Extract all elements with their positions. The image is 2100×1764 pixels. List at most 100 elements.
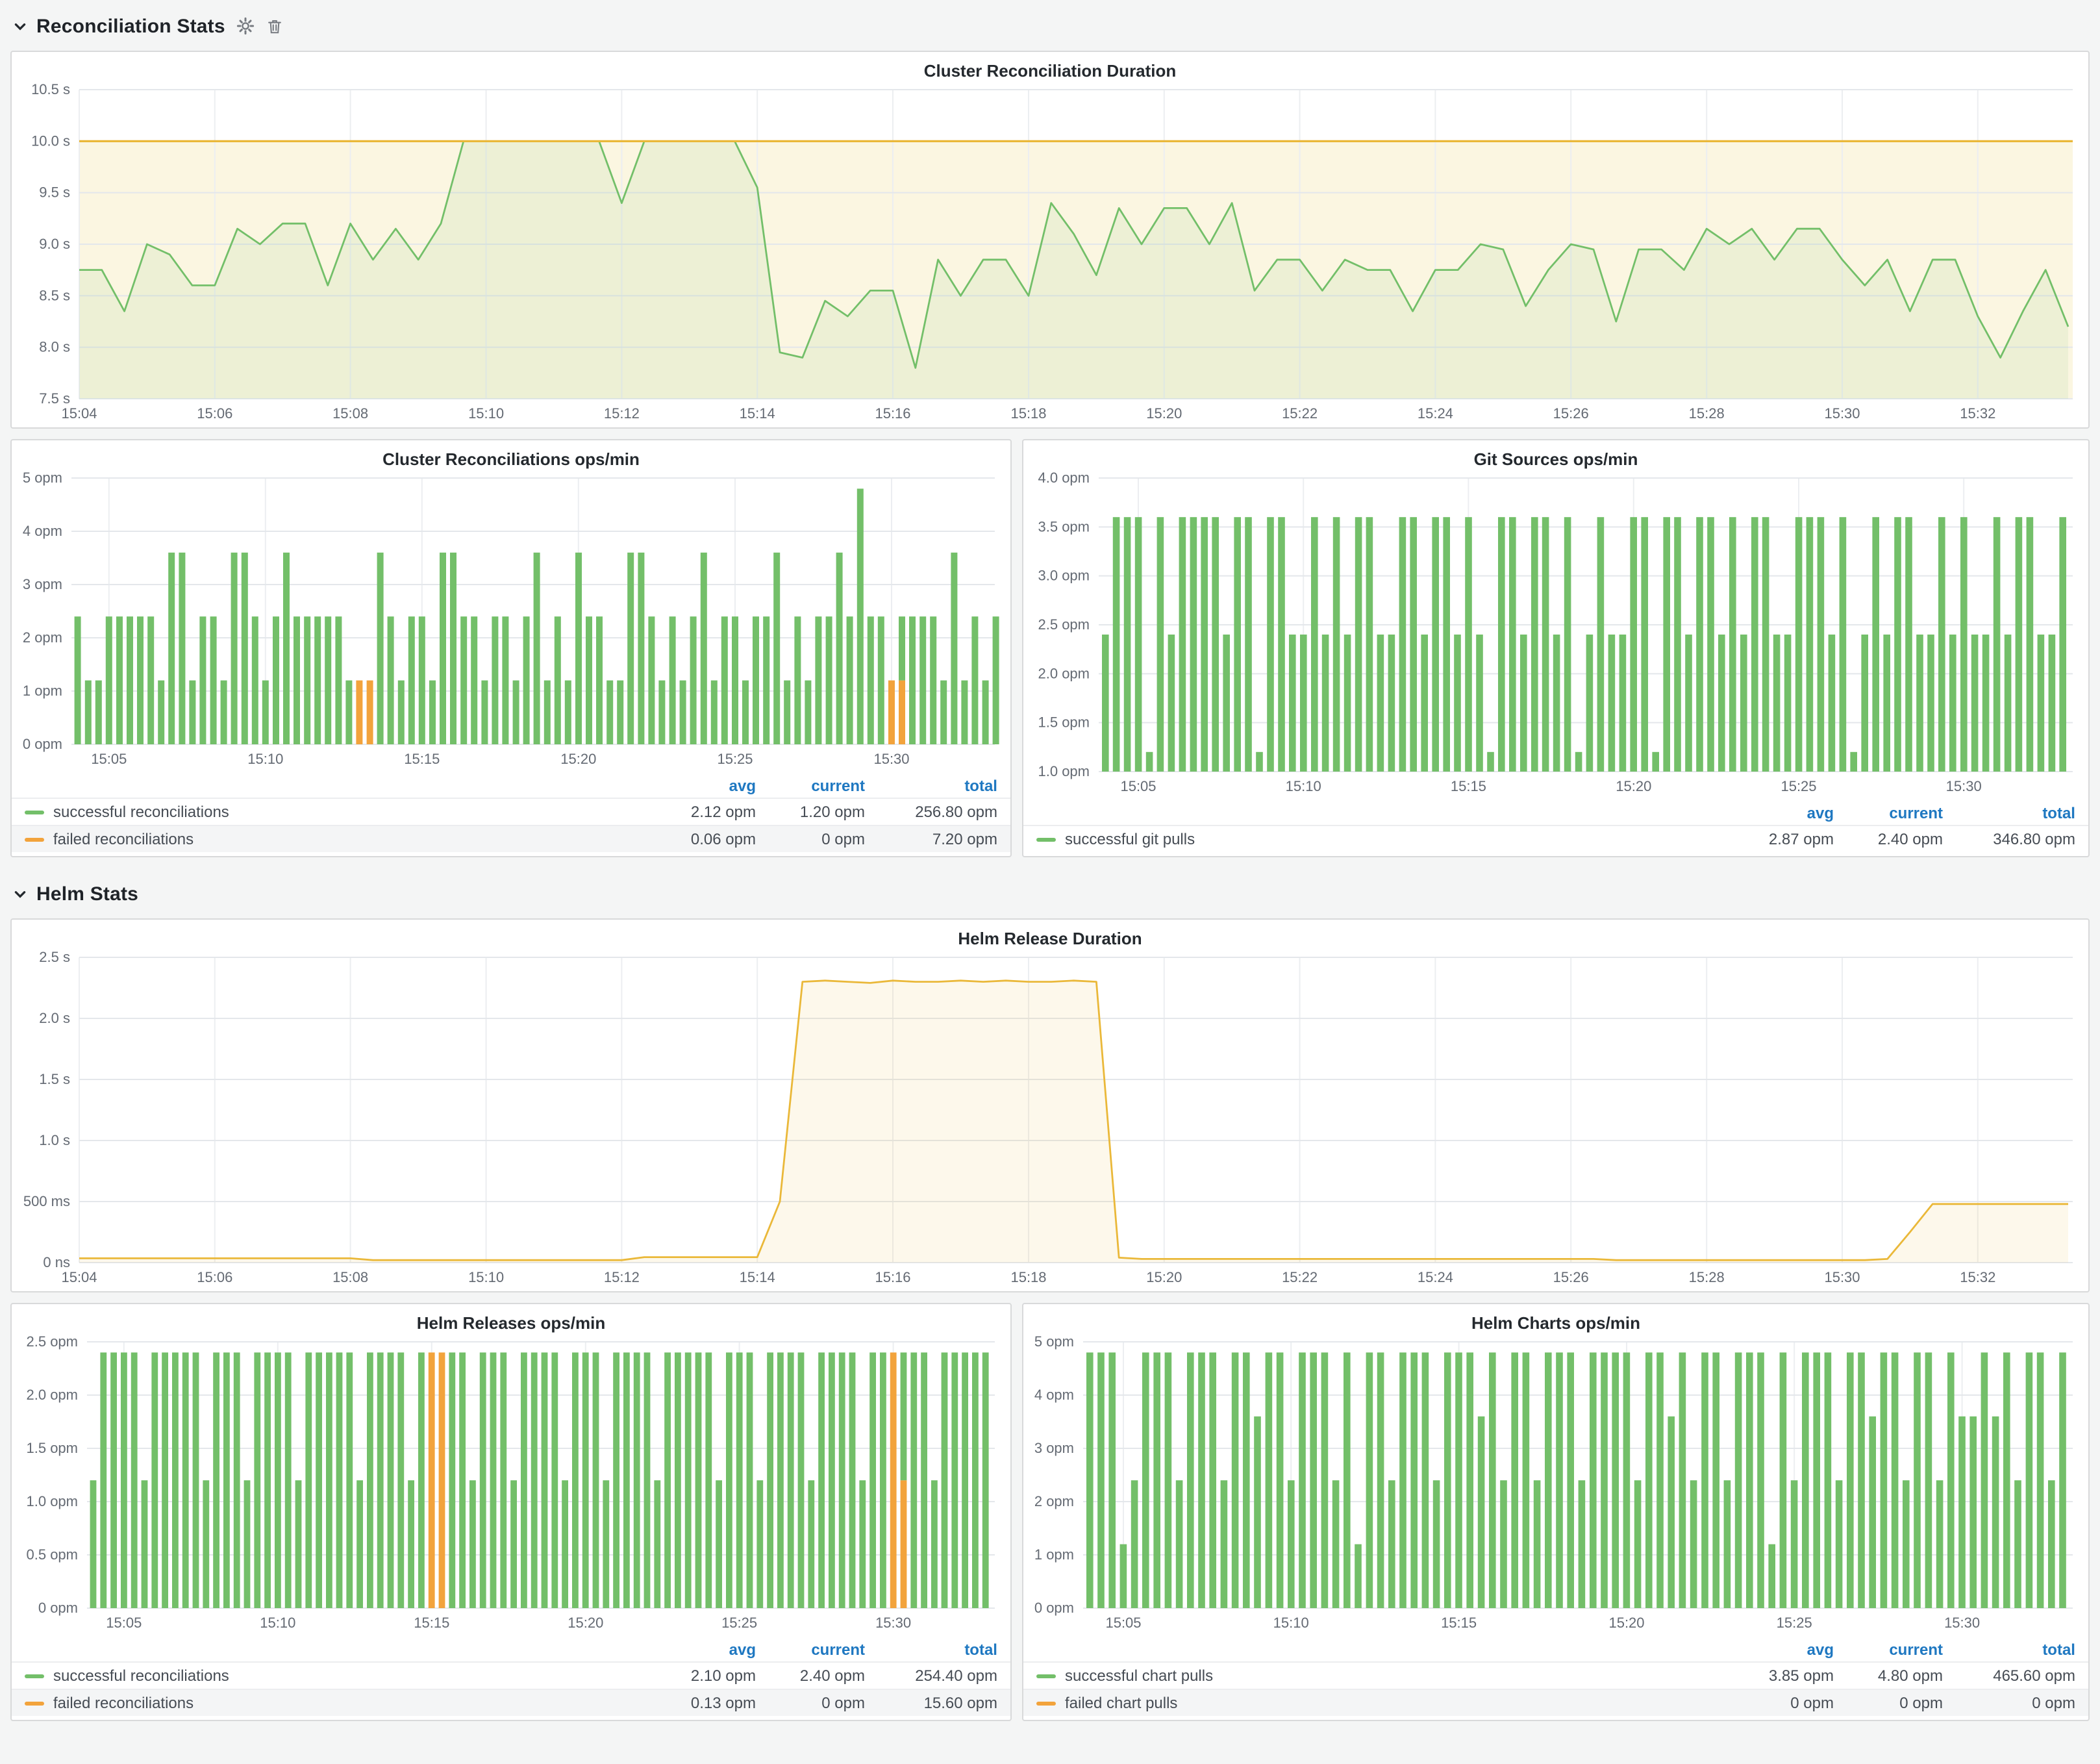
series-name[interactable]: failed reconciliations — [53, 1694, 647, 1712]
svg-text:15:20: 15:20 — [1146, 1269, 1182, 1285]
svg-text:15:32: 15:32 — [1960, 1269, 1995, 1285]
legend-row: successful git pulls2.87 opm2.40 opm346.… — [1023, 825, 2088, 852]
legend-value: 465.60 opm — [1943, 1667, 2075, 1685]
cluster-reconciliations-ops-chart[interactable]: 0 opm1 opm2 opm3 opm4 opm5 opm15:0515:10… — [12, 470, 1010, 773]
legend-col-total[interactable]: total — [1943, 1641, 2075, 1659]
series-color-swatch — [25, 810, 44, 814]
legend-value: 0.13 opm — [647, 1694, 756, 1712]
svg-text:15:26: 15:26 — [1553, 405, 1589, 422]
chevron-down-icon[interactable] — [13, 19, 27, 33]
svg-text:0 opm: 0 opm — [23, 736, 62, 752]
svg-text:15:05: 15:05 — [1120, 778, 1156, 794]
svg-text:15:12: 15:12 — [604, 1269, 640, 1285]
panel-title[interactable]: Git Sources ops/min — [1023, 440, 2088, 470]
svg-text:15:05: 15:05 — [1105, 1615, 1141, 1631]
svg-text:2.0 opm: 2.0 opm — [1038, 665, 1090, 681]
legend-header: avgcurrenttotal — [12, 1637, 1010, 1661]
svg-text:8.5 s: 8.5 s — [39, 287, 70, 303]
svg-text:5 opm: 5 opm — [1034, 1334, 1074, 1350]
svg-text:15:18: 15:18 — [1010, 1269, 1046, 1285]
panel-title[interactable]: Helm Releases ops/min — [12, 1304, 1010, 1334]
helm-releases-ops-chart[interactable]: 0 opm0.5 opm1.0 opm1.5 opm2.0 opm2.5 opm… — [12, 1334, 1010, 1637]
svg-text:15:25: 15:25 — [1777, 1615, 1812, 1631]
legend-value: 0 opm — [756, 1694, 865, 1712]
svg-text:9.0 s: 9.0 s — [39, 236, 70, 252]
svg-text:1.0 opm: 1.0 opm — [1038, 763, 1090, 779]
legend-col-total[interactable]: total — [865, 1641, 997, 1659]
legend-col-current[interactable]: current — [756, 1641, 865, 1659]
series-color-swatch — [1036, 1674, 1056, 1678]
legend-value: 15.60 opm — [865, 1694, 997, 1712]
svg-text:15:10: 15:10 — [1273, 1615, 1309, 1631]
svg-text:15:30: 15:30 — [1824, 405, 1860, 422]
section-title[interactable]: Helm Stats — [36, 883, 138, 905]
legend-col-current[interactable]: current — [1834, 1641, 1943, 1659]
svg-text:10.0 s: 10.0 s — [31, 132, 70, 149]
svg-text:8.0 s: 8.0 s — [39, 339, 70, 355]
svg-text:15:16: 15:16 — [875, 1269, 910, 1285]
svg-text:15:30: 15:30 — [1946, 778, 1982, 794]
svg-text:15:15: 15:15 — [1451, 778, 1486, 794]
legend-row: failed reconciliations0.13 opm0 opm15.60… — [12, 1689, 1010, 1716]
legend-value: 346.80 opm — [1943, 830, 2075, 848]
series-name[interactable]: successful reconciliations — [53, 803, 647, 821]
panel-title[interactable]: Cluster Reconciliation Duration — [12, 52, 2088, 82]
chevron-down-icon[interactable] — [13, 887, 27, 901]
panel-title[interactable]: Helm Charts ops/min — [1023, 1304, 2088, 1334]
series-color-swatch — [25, 1674, 44, 1678]
svg-text:15:32: 15:32 — [1960, 405, 1995, 422]
svg-text:15:16: 15:16 — [875, 405, 910, 422]
panel-title[interactable]: Cluster Reconciliations ops/min — [12, 440, 1010, 470]
svg-text:0 opm: 0 opm — [1034, 1600, 1074, 1616]
svg-text:15:26: 15:26 — [1553, 1269, 1589, 1285]
legend-value: 0.06 opm — [647, 830, 756, 848]
section-title[interactable]: Reconciliation Stats — [36, 15, 225, 37]
legend-col-total[interactable]: total — [865, 777, 997, 795]
svg-text:15:30: 15:30 — [1824, 1269, 1860, 1285]
svg-text:15:08: 15:08 — [332, 405, 368, 422]
legend-col-avg[interactable]: avg — [647, 777, 756, 795]
cluster-reconciliation-duration-chart[interactable]: 7.5 s8.0 s8.5 s9.0 s9.5 s10.0 s10.5 s15:… — [12, 82, 2088, 427]
series-name[interactable]: successful reconciliations — [53, 1667, 647, 1685]
legend-col-avg[interactable]: avg — [1725, 1641, 1834, 1659]
svg-text:15:10: 15:10 — [247, 751, 283, 767]
legend-value: 2.40 opm — [756, 1667, 865, 1685]
svg-text:15:25: 15:25 — [721, 1615, 757, 1631]
svg-text:15:28: 15:28 — [1689, 1269, 1725, 1285]
series-name[interactable]: failed chart pulls — [1065, 1694, 1725, 1712]
legend-col-avg[interactable]: avg — [1725, 804, 1834, 822]
legend-col-current[interactable]: current — [756, 777, 865, 795]
series-name[interactable]: failed reconciliations — [53, 830, 647, 848]
svg-text:2.5 opm: 2.5 opm — [27, 1334, 79, 1350]
panel-cluster-reconciliation-duration: Cluster Reconciliation Duration 7.5 s8.0… — [10, 51, 2090, 429]
svg-text:3 opm: 3 opm — [1034, 1440, 1074, 1456]
series-name[interactable]: successful chart pulls — [1065, 1667, 1725, 1685]
gear-icon[interactable] — [237, 17, 255, 35]
git-sources-ops-chart[interactable]: 1.0 opm1.5 opm2.0 opm2.5 opm3.0 opm3.5 o… — [1023, 470, 2088, 800]
svg-text:2.0 s: 2.0 s — [39, 1010, 70, 1026]
svg-text:1.5 s: 1.5 s — [39, 1071, 70, 1087]
panel-title[interactable]: Helm Release Duration — [12, 920, 2088, 950]
grafana-dashboard: Reconciliation Stats Cluster Reconciliat… — [0, 0, 2100, 1764]
legend-col-avg[interactable]: avg — [647, 1641, 756, 1659]
series-name[interactable]: successful git pulls — [1065, 830, 1725, 848]
svg-text:4.0 opm: 4.0 opm — [1038, 470, 1090, 486]
legend-row: successful chart pulls3.85 opm4.80 opm46… — [1023, 1661, 2088, 1689]
helm-charts-ops-chart[interactable]: 0 opm1 opm2 opm3 opm4 opm5 opm15:0515:10… — [1023, 1334, 2088, 1637]
legend-value: 3.85 opm — [1725, 1667, 1834, 1685]
svg-text:15:20: 15:20 — [1146, 405, 1182, 422]
legend-col-current[interactable]: current — [1834, 804, 1943, 822]
svg-text:1 opm: 1 opm — [23, 683, 62, 699]
helm-release-duration-chart[interactable]: 0 ns500 ms1.0 s1.5 s2.0 s2.5 s15:0415:06… — [12, 950, 2088, 1291]
series-color-swatch — [25, 837, 44, 841]
panel-git-sources-ops: Git Sources ops/min 1.0 opm1.5 opm2.0 op… — [1022, 439, 2090, 857]
svg-text:15:08: 15:08 — [332, 1269, 368, 1285]
svg-text:2.0 opm: 2.0 opm — [27, 1387, 79, 1403]
panel-row-helm: Helm Releases ops/min 0 opm0.5 opm1.0 op… — [10, 1303, 2090, 1721]
svg-text:15:30: 15:30 — [1944, 1615, 1980, 1631]
svg-text:1.0 s: 1.0 s — [39, 1132, 70, 1148]
trash-icon[interactable] — [267, 18, 284, 34]
svg-text:15:10: 15:10 — [468, 405, 504, 422]
legend-col-total[interactable]: total — [1943, 804, 2075, 822]
svg-text:15:12: 15:12 — [604, 405, 640, 422]
